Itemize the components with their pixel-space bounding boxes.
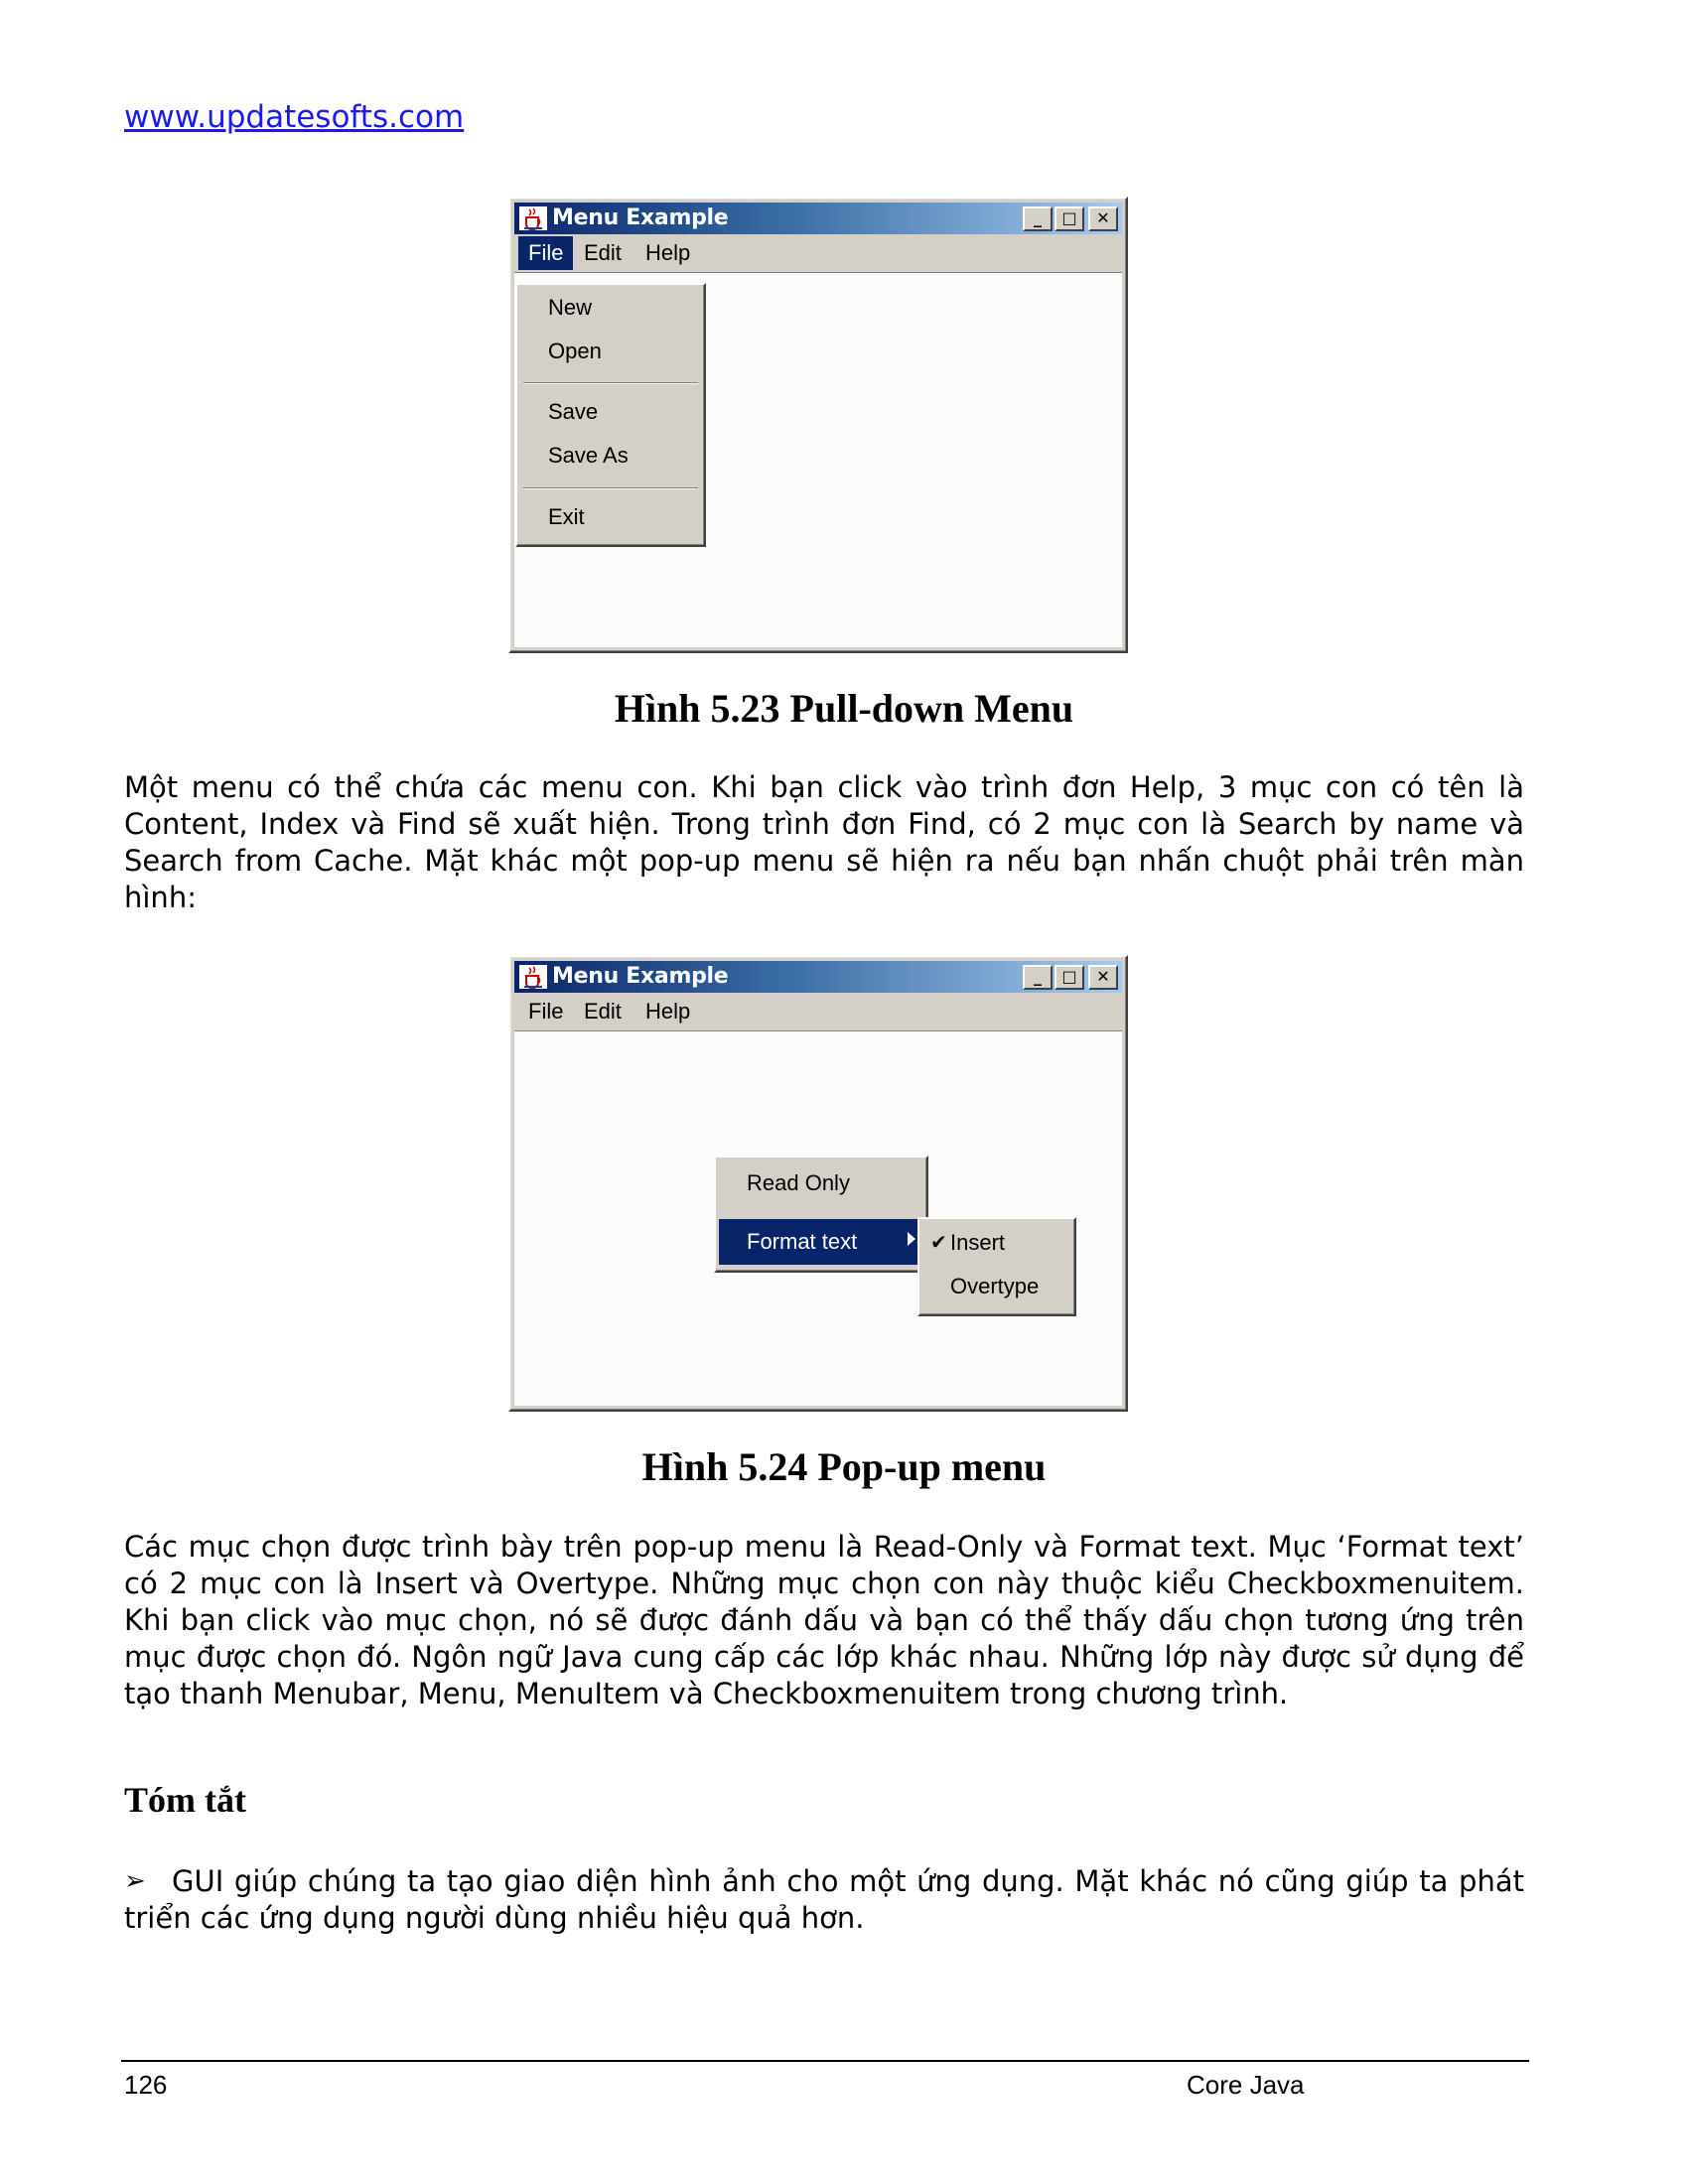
page-number: 126 [124, 2070, 168, 2100]
menu-item-format-text[interactable]: Format text [719, 1219, 923, 1265]
title-bar: Menu Example _ □ ✕ [514, 961, 1122, 993]
java-cup-icon [519, 965, 547, 989]
menu-edit[interactable]: Edit [574, 236, 632, 270]
menu-item-new[interactable]: New [520, 288, 701, 328]
footer-divider [121, 2060, 1529, 2062]
maximize-button[interactable]: □ [1055, 206, 1084, 231]
title-bar: Menu Example _ □ ✕ [514, 203, 1122, 234]
menu-separator [523, 382, 698, 384]
menubar: File Edit Help [514, 995, 1122, 1028]
figure2-window: Menu Example _ □ ✕ File Edit Help Read O… [508, 955, 1128, 1412]
menu-help[interactable]: Help [635, 995, 700, 1028]
menu-file[interactable]: File [518, 236, 574, 270]
menu-item-overtype[interactable]: Overtype [922, 1267, 1071, 1306]
paragraph-2: Các mục chọn được trình bày trên pop-up … [124, 1530, 1524, 1710]
format-submenu: ✔ Insert Overtype [917, 1217, 1076, 1316]
menu-item-exit[interactable]: Exit [520, 497, 701, 537]
window-title: Menu Example [552, 964, 729, 989]
figure1-caption: Hình 5.23 Pull-down Menu [614, 686, 1074, 731]
menu-item-label: Format text [747, 1229, 858, 1254]
window-title: Menu Example [552, 205, 729, 230]
menu-separator [523, 487, 698, 489]
menu-item-insert[interactable]: ✔ Insert [922, 1223, 1071, 1263]
menu-item-label: Insert [950, 1230, 1006, 1255]
menubar: File Edit Help [514, 236, 1122, 270]
menu-item-read-only[interactable]: Read Only [719, 1163, 923, 1203]
menu-item-open[interactable]: Open [520, 332, 701, 371]
close-button[interactable]: ✕ [1088, 965, 1118, 990]
checkmark-icon: ✔ [930, 1232, 947, 1254]
paragraph-1: Một menu có thể chứa các menu con. Khi b… [124, 770, 1524, 914]
menu-edit[interactable]: Edit [574, 995, 632, 1028]
java-cup-icon [519, 206, 547, 230]
site-link[interactable]: www.updatesofts.com [124, 99, 464, 135]
minimize-button[interactable]: _ [1023, 206, 1053, 231]
menu-item-save[interactable]: Save [520, 392, 701, 432]
figure2-caption: Hình 5.24 Pop-up menu [641, 1444, 1047, 1489]
menu-help[interactable]: Help [635, 236, 700, 270]
section-heading: Tóm tắt [124, 1780, 246, 1820]
submenu-arrow-icon [908, 1232, 915, 1246]
book-title: Core Java [1187, 2070, 1305, 2100]
close-button[interactable]: ✕ [1088, 206, 1118, 231]
minimize-button[interactable]: _ [1023, 965, 1053, 990]
summary-bullet: GUI giúp chúng ta tạo giao diện hình ảnh… [124, 1864, 1524, 1935]
file-menu: New Open Save Save As Exit [515, 283, 706, 547]
menu-item-save-as[interactable]: Save As [520, 436, 701, 476]
menu-file[interactable]: File [518, 995, 573, 1028]
popup-menu: Read Only Format text [714, 1156, 928, 1273]
maximize-button[interactable]: □ [1055, 965, 1084, 990]
figure1-window: Menu Example _ □ ✕ File Edit Help New Op… [508, 197, 1128, 653]
